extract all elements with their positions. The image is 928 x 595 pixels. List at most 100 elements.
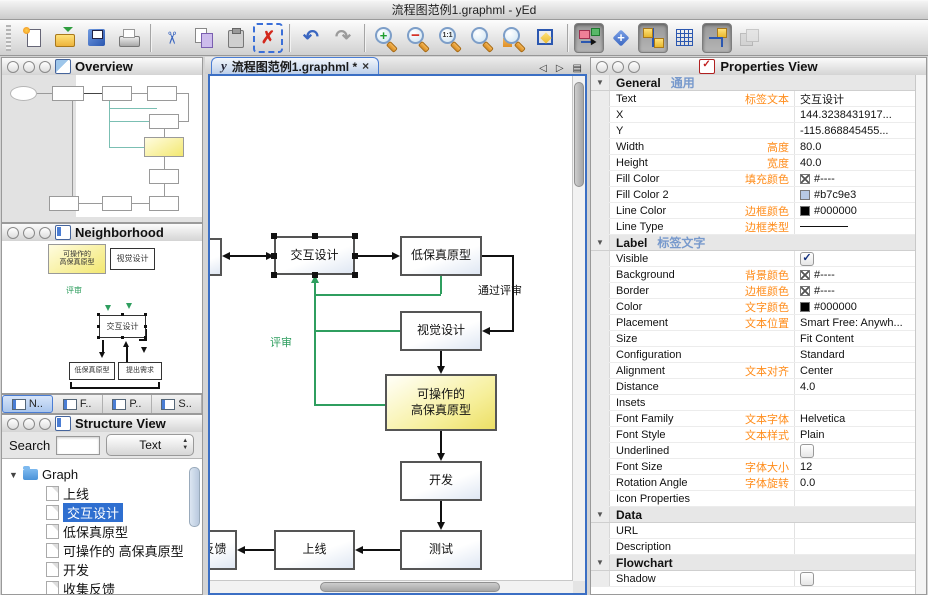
window-control[interactable]	[7, 61, 19, 73]
property-value[interactable]: #b7c9e3	[794, 187, 916, 202]
property-value[interactable]: -115.868845455...	[794, 123, 916, 138]
selection-handle[interactable]	[352, 253, 358, 259]
pan-mode-button[interactable]: +	[606, 23, 636, 53]
property-value[interactable]: 40.0	[794, 155, 916, 170]
selection-handle[interactable]	[352, 272, 358, 278]
cut-button[interactable]: ✂	[157, 23, 187, 53]
open-button[interactable]	[50, 23, 80, 53]
overview-minimap[interactable]	[2, 75, 202, 222]
property-value[interactable]: Plain	[794, 427, 916, 442]
orthogonal-edges-button[interactable]	[702, 23, 732, 53]
zoom-in-button[interactable]: +	[371, 23, 401, 53]
undo-button[interactable]: ↶	[296, 23, 326, 53]
tree-root[interactable]: ▼Graph	[2, 465, 202, 484]
property-row-placement[interactable]: Placement文本位置Smart Free: Anywh...	[591, 315, 916, 331]
paste-button[interactable]	[221, 23, 251, 53]
checkbox-unchecked[interactable]	[800, 572, 814, 586]
node-lofi-prototype[interactable]: 低保真原型	[400, 236, 482, 276]
neighborhood-node[interactable]: 低保真原型	[69, 362, 115, 380]
node-interaction-design[interactable]: 交互设计	[274, 236, 355, 275]
search-filter-dropdown[interactable]: Text ▲▼	[106, 434, 194, 456]
property-value[interactable]: Helvetica	[794, 411, 916, 426]
node-test[interactable]: 测试	[400, 530, 482, 570]
panel-tab-n-[interactable]: N..	[2, 395, 53, 413]
document-tab[interactable]: y 流程图范例1.graphml * ×	[211, 57, 379, 74]
edit-mode-button[interactable]: ▲	[574, 23, 604, 53]
section-collapse-icon[interactable]: ▼	[591, 555, 610, 570]
property-row-icon-properties[interactable]: Icon Properties	[591, 491, 916, 507]
property-value[interactable]: #----	[794, 171, 916, 186]
property-value[interactable]: 交互设计	[794, 91, 916, 106]
neighborhood-node[interactable]: 视觉设计	[110, 248, 155, 270]
property-value[interactable]	[794, 219, 916, 234]
node-hifi-prototype[interactable]: 可操作的 高保真原型	[385, 374, 497, 431]
section-collapse-icon[interactable]: ▼	[591, 75, 610, 90]
zoom-lens-button[interactable]	[467, 23, 497, 53]
window-control[interactable]	[39, 61, 51, 73]
property-value[interactable]	[794, 395, 916, 410]
window-control[interactable]	[23, 227, 35, 239]
tree-item--[interactable]: 收集反馈	[2, 579, 202, 594]
window-titlebar[interactable]: 流程图范例1.graphml - yEd	[0, 1, 928, 20]
node-feedback[interactable]: 收集反馈	[210, 530, 237, 570]
window-control[interactable]	[39, 227, 51, 239]
property-value[interactable]: 12	[794, 459, 916, 474]
property-value[interactable]: #000000	[794, 203, 916, 218]
property-row-text[interactable]: Text标签文本交互设计	[591, 91, 916, 107]
search-input[interactable]	[56, 436, 100, 455]
copy-button[interactable]	[189, 23, 219, 53]
property-row-width[interactable]: Width高度80.0	[591, 139, 916, 155]
vertical-scrollbar[interactable]	[572, 76, 585, 581]
properties-scrollbar[interactable]	[915, 75, 926, 594]
property-value[interactable]	[794, 539, 916, 554]
flow-canvas[interactable]: 交互设计低保真原型视觉设计可操作的 高保真原型开发测试上线收集反馈通过评审评审	[210, 76, 573, 581]
property-row-border[interactable]: Border边框颜色#----	[591, 283, 916, 299]
property-row-font-size[interactable]: Font Size字体大小12	[591, 459, 916, 475]
panel-tab-p-[interactable]: P..	[103, 395, 153, 413]
zoom-1-1-button[interactable]: 1:1	[435, 23, 465, 53]
property-value[interactable]: #----	[794, 283, 916, 298]
window-control[interactable]	[23, 418, 35, 430]
property-value[interactable]: 4.0	[794, 379, 916, 394]
property-row-color[interactable]: Color文字颜色#000000	[591, 299, 916, 315]
property-value[interactable]: 0.0	[794, 475, 916, 490]
tree-item--[interactable]: 开发	[2, 560, 202, 579]
property-row-rotation-angle[interactable]: Rotation Angle字体旋转0.0	[591, 475, 916, 491]
property-value[interactable]: #----	[794, 267, 916, 282]
property-section-label[interactable]: ▼Label标签文字	[591, 235, 916, 251]
property-row-alignment[interactable]: Alignment文本对齐Center	[591, 363, 916, 379]
property-section-general[interactable]: ▼General通用	[591, 75, 916, 91]
selection-handle[interactable]	[271, 253, 277, 259]
zoom-out-button[interactable]: −	[403, 23, 433, 53]
property-value[interactable]	[794, 571, 916, 586]
window-control[interactable]	[7, 418, 19, 430]
property-value[interactable]	[794, 523, 916, 538]
neighborhood-view[interactable]: 可操作的 高保真原型视觉设计交互设计低保真原型提出需求评审	[2, 241, 202, 393]
property-value[interactable]: 80.0	[794, 139, 916, 154]
node-develop[interactable]: 开发	[400, 461, 482, 501]
property-value[interactable]: #000000	[794, 299, 916, 314]
tree-scrollbar-thumb[interactable]	[189, 467, 200, 527]
neighborhood-node[interactable]: 提出需求	[118, 362, 162, 380]
panel-tab-f-[interactable]: F..	[53, 395, 103, 413]
property-row-distance[interactable]: Distance4.0	[591, 379, 916, 395]
window-control[interactable]	[23, 61, 35, 73]
property-row-line-color[interactable]: Line Color边框颜色#000000	[591, 203, 916, 219]
property-row-font-family[interactable]: Font Family文本字体Helvetica	[591, 411, 916, 427]
tab-close-icon[interactable]: ×	[362, 59, 369, 73]
section-collapse-icon[interactable]: ▼	[591, 235, 610, 250]
property-value[interactable]	[794, 491, 916, 506]
tree-item--[interactable]: 交互设计	[2, 503, 202, 522]
neighborhood-node[interactable]: 可操作的 高保真原型	[48, 244, 106, 274]
property-value[interactable]: Fit Content	[794, 331, 916, 346]
fit-content-button[interactable]	[531, 23, 561, 53]
property-value[interactable]: ✓	[794, 251, 916, 266]
property-row-height[interactable]: Height宽度40.0	[591, 155, 916, 171]
property-row-insets[interactable]: Insets	[591, 395, 916, 411]
selection-handle[interactable]	[352, 233, 358, 239]
selection-handle[interactable]	[271, 233, 277, 239]
tree-item--[interactable]: 可操作的 高保真原型	[2, 541, 202, 560]
property-row-configuration[interactable]: ConfigurationStandard	[591, 347, 916, 363]
vertical-scrollbar-thumb[interactable]	[574, 82, 584, 187]
tree-item--[interactable]: 低保真原型	[2, 522, 202, 541]
